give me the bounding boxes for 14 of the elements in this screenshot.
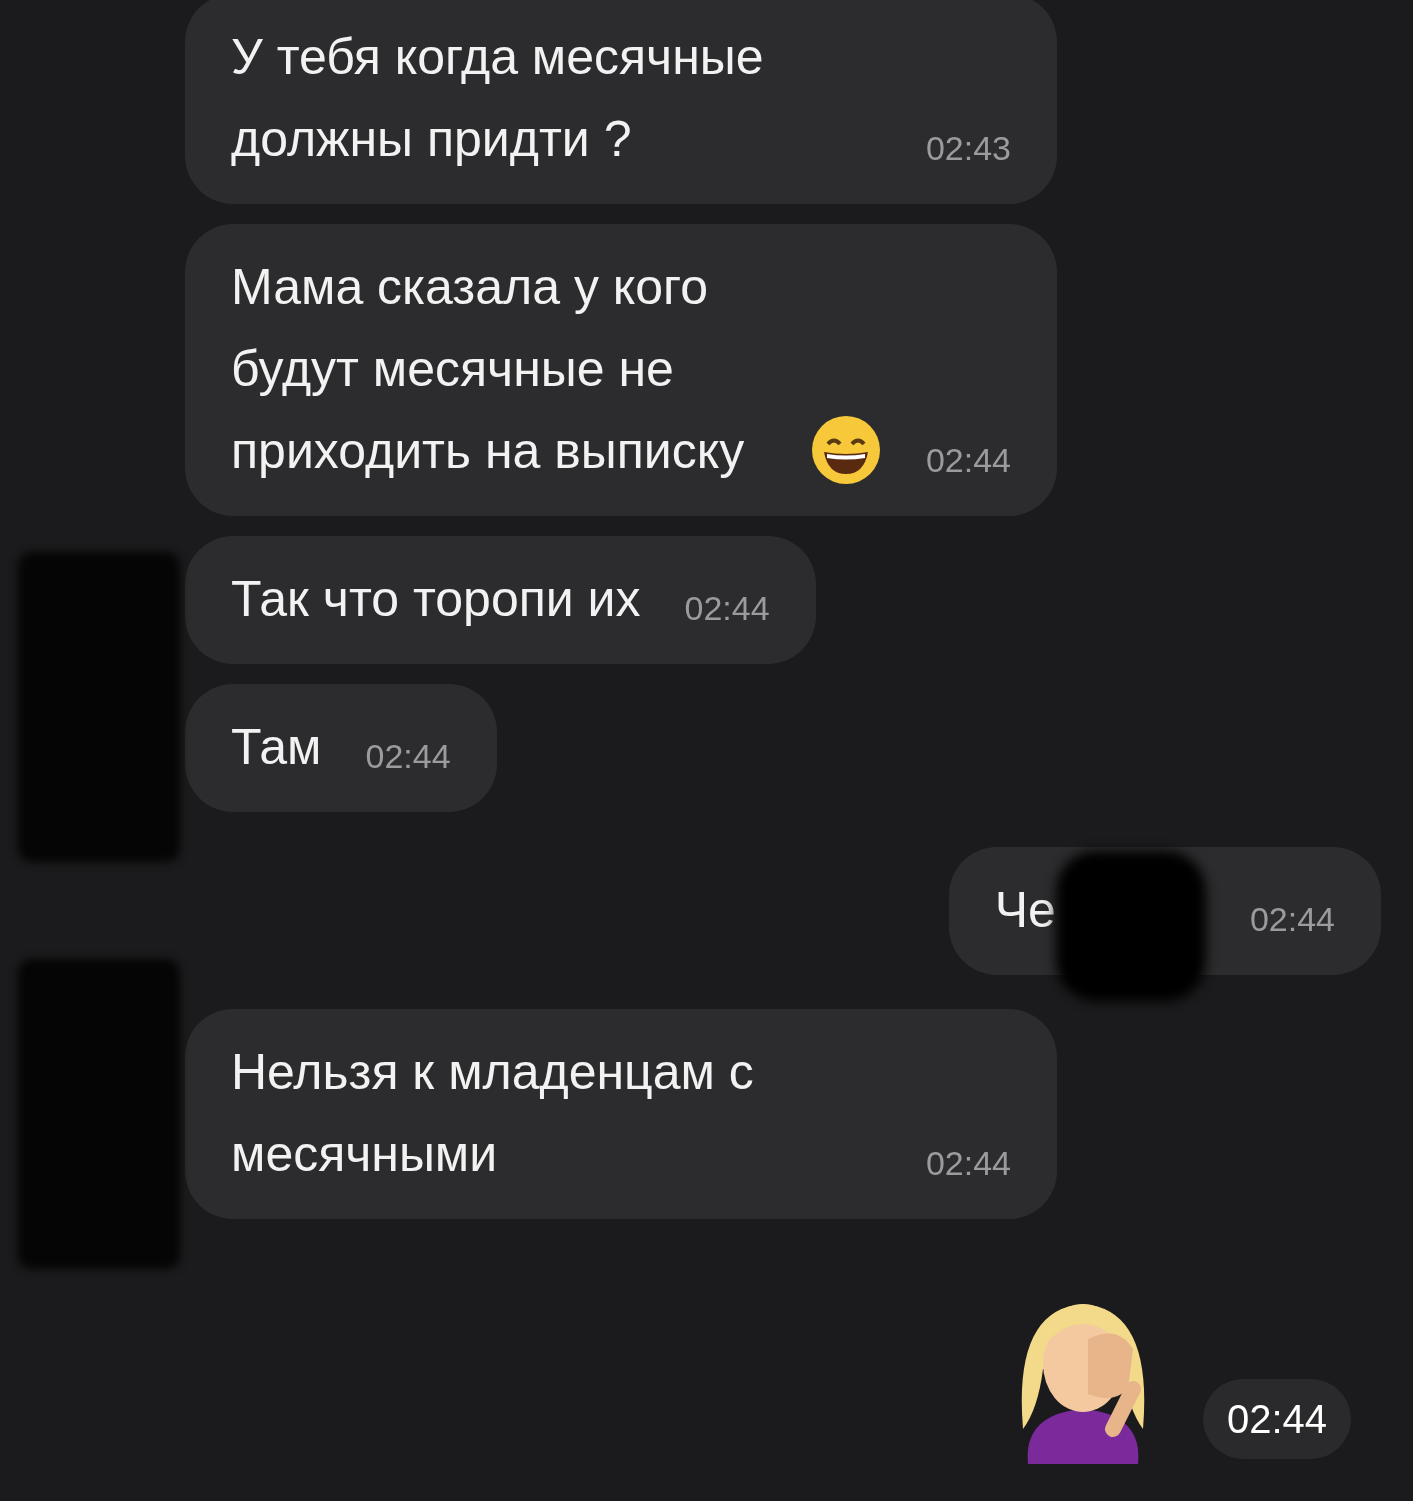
timestamp-pill: 02:44 [1202, 1379, 1351, 1459]
message-text: У тебя когда месячные должны придти ? [231, 28, 765, 169]
message-time: 02:44 [684, 588, 770, 628]
message-time: 02:44 [365, 736, 451, 776]
message-time: 02:44 [925, 1143, 1011, 1183]
message-text: Там [231, 718, 322, 777]
message-text: Мама сказала у кого будут месячные не приходить на выписку [231, 258, 746, 481]
grinning-face-icon [809, 414, 882, 486]
message-time: 02:44 [925, 440, 1011, 480]
message-text: Че [994, 881, 1056, 940]
message-time: 02:44 [1249, 899, 1335, 939]
message-text: Нельзя к младенцам с месячными [231, 1043, 755, 1184]
message-text: Так что торопи их [231, 570, 641, 629]
message-time: 02:43 [925, 128, 1011, 168]
